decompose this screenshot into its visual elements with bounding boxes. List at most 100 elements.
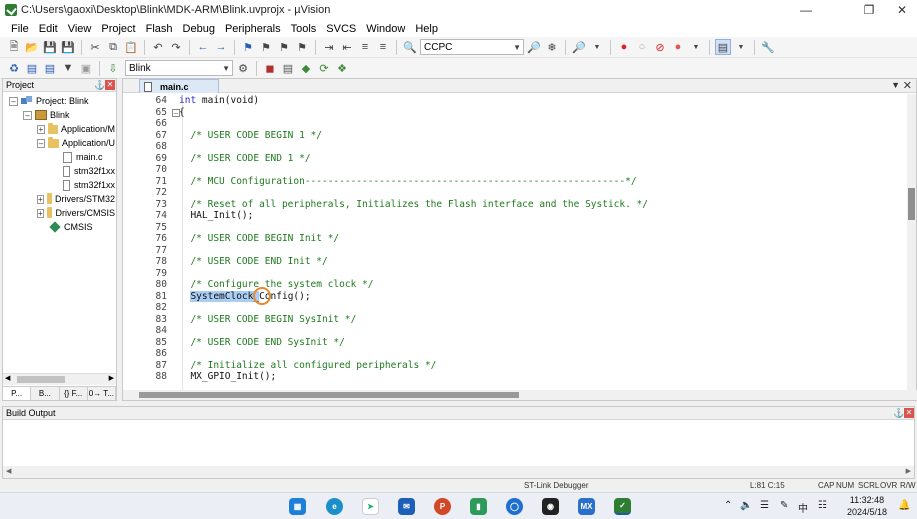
collapse-icon[interactable]: – — [23, 110, 32, 120]
editor-app-icon[interactable]: ➤ — [362, 498, 379, 515]
tree-item-group[interactable]: + Drivers/STM32 — [37, 192, 115, 206]
tab-list-icon[interactable]: ▼ — [891, 80, 900, 90]
open-file-icon[interactable]: 📂 — [24, 39, 40, 55]
paste-icon[interactable]: 📋 — [123, 39, 139, 55]
scroll-left-icon[interactable]: ◀ — [6, 467, 11, 475]
start-icon[interactable]: ▦ — [289, 498, 306, 515]
uncomment-icon[interactable]: ≡ — [375, 39, 391, 55]
cut-icon[interactable]: ✂ — [87, 39, 103, 55]
menu-project[interactable]: Project — [96, 23, 140, 35]
rebuild-icon[interactable]: ▤ — [42, 60, 58, 76]
tree-item-project[interactable]: – Project: Blink — [9, 94, 89, 108]
expand-icon[interactable]: + — [37, 194, 44, 204]
tab-main-c[interactable]: main.c — [139, 79, 219, 93]
minimize-button[interactable]: — — [790, 0, 822, 20]
scroll-thumb[interactable] — [139, 392, 519, 398]
mx-app-icon[interactable]: MX — [578, 498, 595, 515]
tree-item-file[interactable]: stm32f1xx — [63, 178, 115, 192]
pen-icon[interactable]: ✎ — [780, 500, 788, 511]
tab-functions[interactable]: {} F... — [60, 387, 88, 400]
find-combo[interactable]: CCPC ▼ — [420, 39, 524, 55]
pin-icon[interactable]: ⚓ — [893, 407, 904, 419]
scroll-thumb[interactable] — [17, 376, 65, 383]
code-line[interactable]: /* USER CODE BEGIN 1 */ — [179, 130, 322, 142]
uvision-taskbar-icon[interactable]: ✓ — [614, 498, 631, 515]
fold-toggle-icon[interactable]: – — [172, 108, 180, 117]
code-line[interactable]: /* MCU Configuration--------------------… — [179, 176, 636, 188]
tree-item-component[interactable]: CMSIS — [49, 220, 93, 234]
tab-templates[interactable]: 0→ T... — [88, 387, 116, 400]
incremental-find-icon[interactable]: ❄ — [544, 39, 560, 55]
redo-icon[interactable]: ↷ — [168, 39, 184, 55]
code-line[interactable]: /* USER CODE END SysInit */ — [179, 337, 344, 349]
indent-icon[interactable]: ⇥ — [321, 39, 337, 55]
system-clock[interactable]: 11:32:48 2024/5/18 — [847, 494, 887, 518]
menu-view[interactable]: View — [63, 23, 97, 35]
code-line[interactable]: /* USER CODE BEGIN Init */ — [179, 233, 339, 245]
dropdown-arrow-icon[interactable]: ▼ — [733, 39, 749, 55]
debug-session-icon[interactable]: 🔎 — [571, 39, 587, 55]
clear-bookmarks-icon[interactable]: ⚑ — [294, 39, 310, 55]
pack-installer-icon[interactable]: ◆ — [298, 60, 314, 76]
target-combo[interactable]: Blink ▼ — [125, 60, 233, 76]
notification-icon[interactable]: 🔔 — [898, 500, 910, 511]
manage-rte-icon[interactable]: ❖ — [334, 60, 350, 76]
chat-app-icon[interactable]: ◯ — [506, 498, 523, 515]
nav-forward-icon[interactable]: → — [213, 39, 229, 55]
menu-tools[interactable]: Tools — [286, 23, 322, 35]
save-all-icon[interactable]: 💾 — [60, 39, 76, 55]
selected-text[interactable]: SystemClock_ — [190, 290, 260, 302]
menu-file[interactable]: File — [6, 23, 34, 35]
code-line[interactable]: /* USER CODE END Init */ — [179, 256, 327, 268]
collapse-icon[interactable]: – — [9, 96, 18, 106]
menu-debug[interactable]: Debug — [178, 23, 220, 35]
tab-project[interactable]: P... — [3, 387, 32, 400]
translate-icon[interactable]: ♻ — [6, 60, 22, 76]
code-line[interactable]: /* Initialize all configured peripherals… — [179, 360, 436, 372]
scroll-right-icon[interactable]: ▶ — [906, 467, 911, 475]
expand-icon[interactable]: + — [37, 208, 44, 218]
editor-hscroll[interactable] — [123, 390, 917, 400]
menu-window[interactable]: Window — [361, 23, 410, 35]
code-line[interactable]: /* Configure the system clock */ — [179, 279, 373, 291]
find-in-files-icon[interactable]: 🔍 — [402, 39, 418, 55]
dropdown-arrow-icon[interactable]: ▼ — [688, 39, 704, 55]
menu-edit[interactable]: Edit — [34, 23, 63, 35]
notes-app-icon[interactable]: ▮ — [470, 498, 487, 515]
find-icon[interactable]: 🔎 — [526, 39, 542, 55]
code-line[interactable]: /* USER CODE END 1 */ — [179, 153, 310, 165]
comment-icon[interactable]: ≡ — [357, 39, 373, 55]
kill-breakpoints-icon[interactable]: ● — [670, 39, 686, 55]
scroll-right-icon[interactable]: ▶ — [109, 374, 114, 382]
tree-item-group[interactable]: – Application/U — [37, 136, 115, 150]
code-line[interactable]: /* USER CODE BEGIN SysInit */ — [179, 314, 356, 326]
mail-icon[interactable]: ✉ — [398, 498, 415, 515]
editor-vscroll[interactable] — [907, 94, 916, 390]
powerpoint-icon[interactable]: P — [434, 498, 451, 515]
tab-books[interactable]: B... — [31, 387, 60, 400]
breakpoint-icon[interactable]: ● — [616, 39, 632, 55]
tree-item-group[interactable]: + Application/M — [37, 122, 115, 136]
project-hscroll[interactable]: ◀ ▶ — [3, 373, 116, 385]
batch-build-icon[interactable]: ▼ — [60, 60, 76, 76]
close-icon[interactable]: ✕ — [904, 408, 914, 418]
disable-breakpoint-icon[interactable]: ○ — [634, 39, 650, 55]
chevron-up-icon[interactable]: ⌃ — [724, 500, 732, 511]
undo-icon[interactable]: ↶ — [150, 39, 166, 55]
download-icon[interactable]: ⇩ — [105, 60, 121, 76]
build-hscroll[interactable]: ◀ ▶ — [3, 466, 914, 478]
unindent-icon[interactable]: ⇤ — [339, 39, 355, 55]
tree-item-file[interactable]: main.c — [63, 150, 103, 164]
configure-icon[interactable]: 🔧 — [760, 39, 776, 55]
tree-item-target[interactable]: – Blink — [23, 108, 70, 122]
close-button[interactable]: ✕ — [886, 0, 917, 20]
prev-bookmark-icon[interactable]: ⚑ — [258, 39, 274, 55]
code-line[interactable]: HAL_Init(); — [179, 210, 253, 222]
menu-svcs[interactable]: SVCS — [321, 23, 361, 35]
scroll-left-icon[interactable]: ◀ — [5, 374, 10, 382]
tree-item-group[interactable]: + Drivers/CMSIS — [37, 206, 115, 220]
keyboard-icon[interactable]: ☷ — [818, 500, 827, 511]
close-icon[interactable]: ✕ — [105, 80, 115, 90]
copy-icon[interactable]: ⧉ — [105, 39, 121, 55]
save-icon[interactable]: 💾 — [42, 39, 58, 55]
